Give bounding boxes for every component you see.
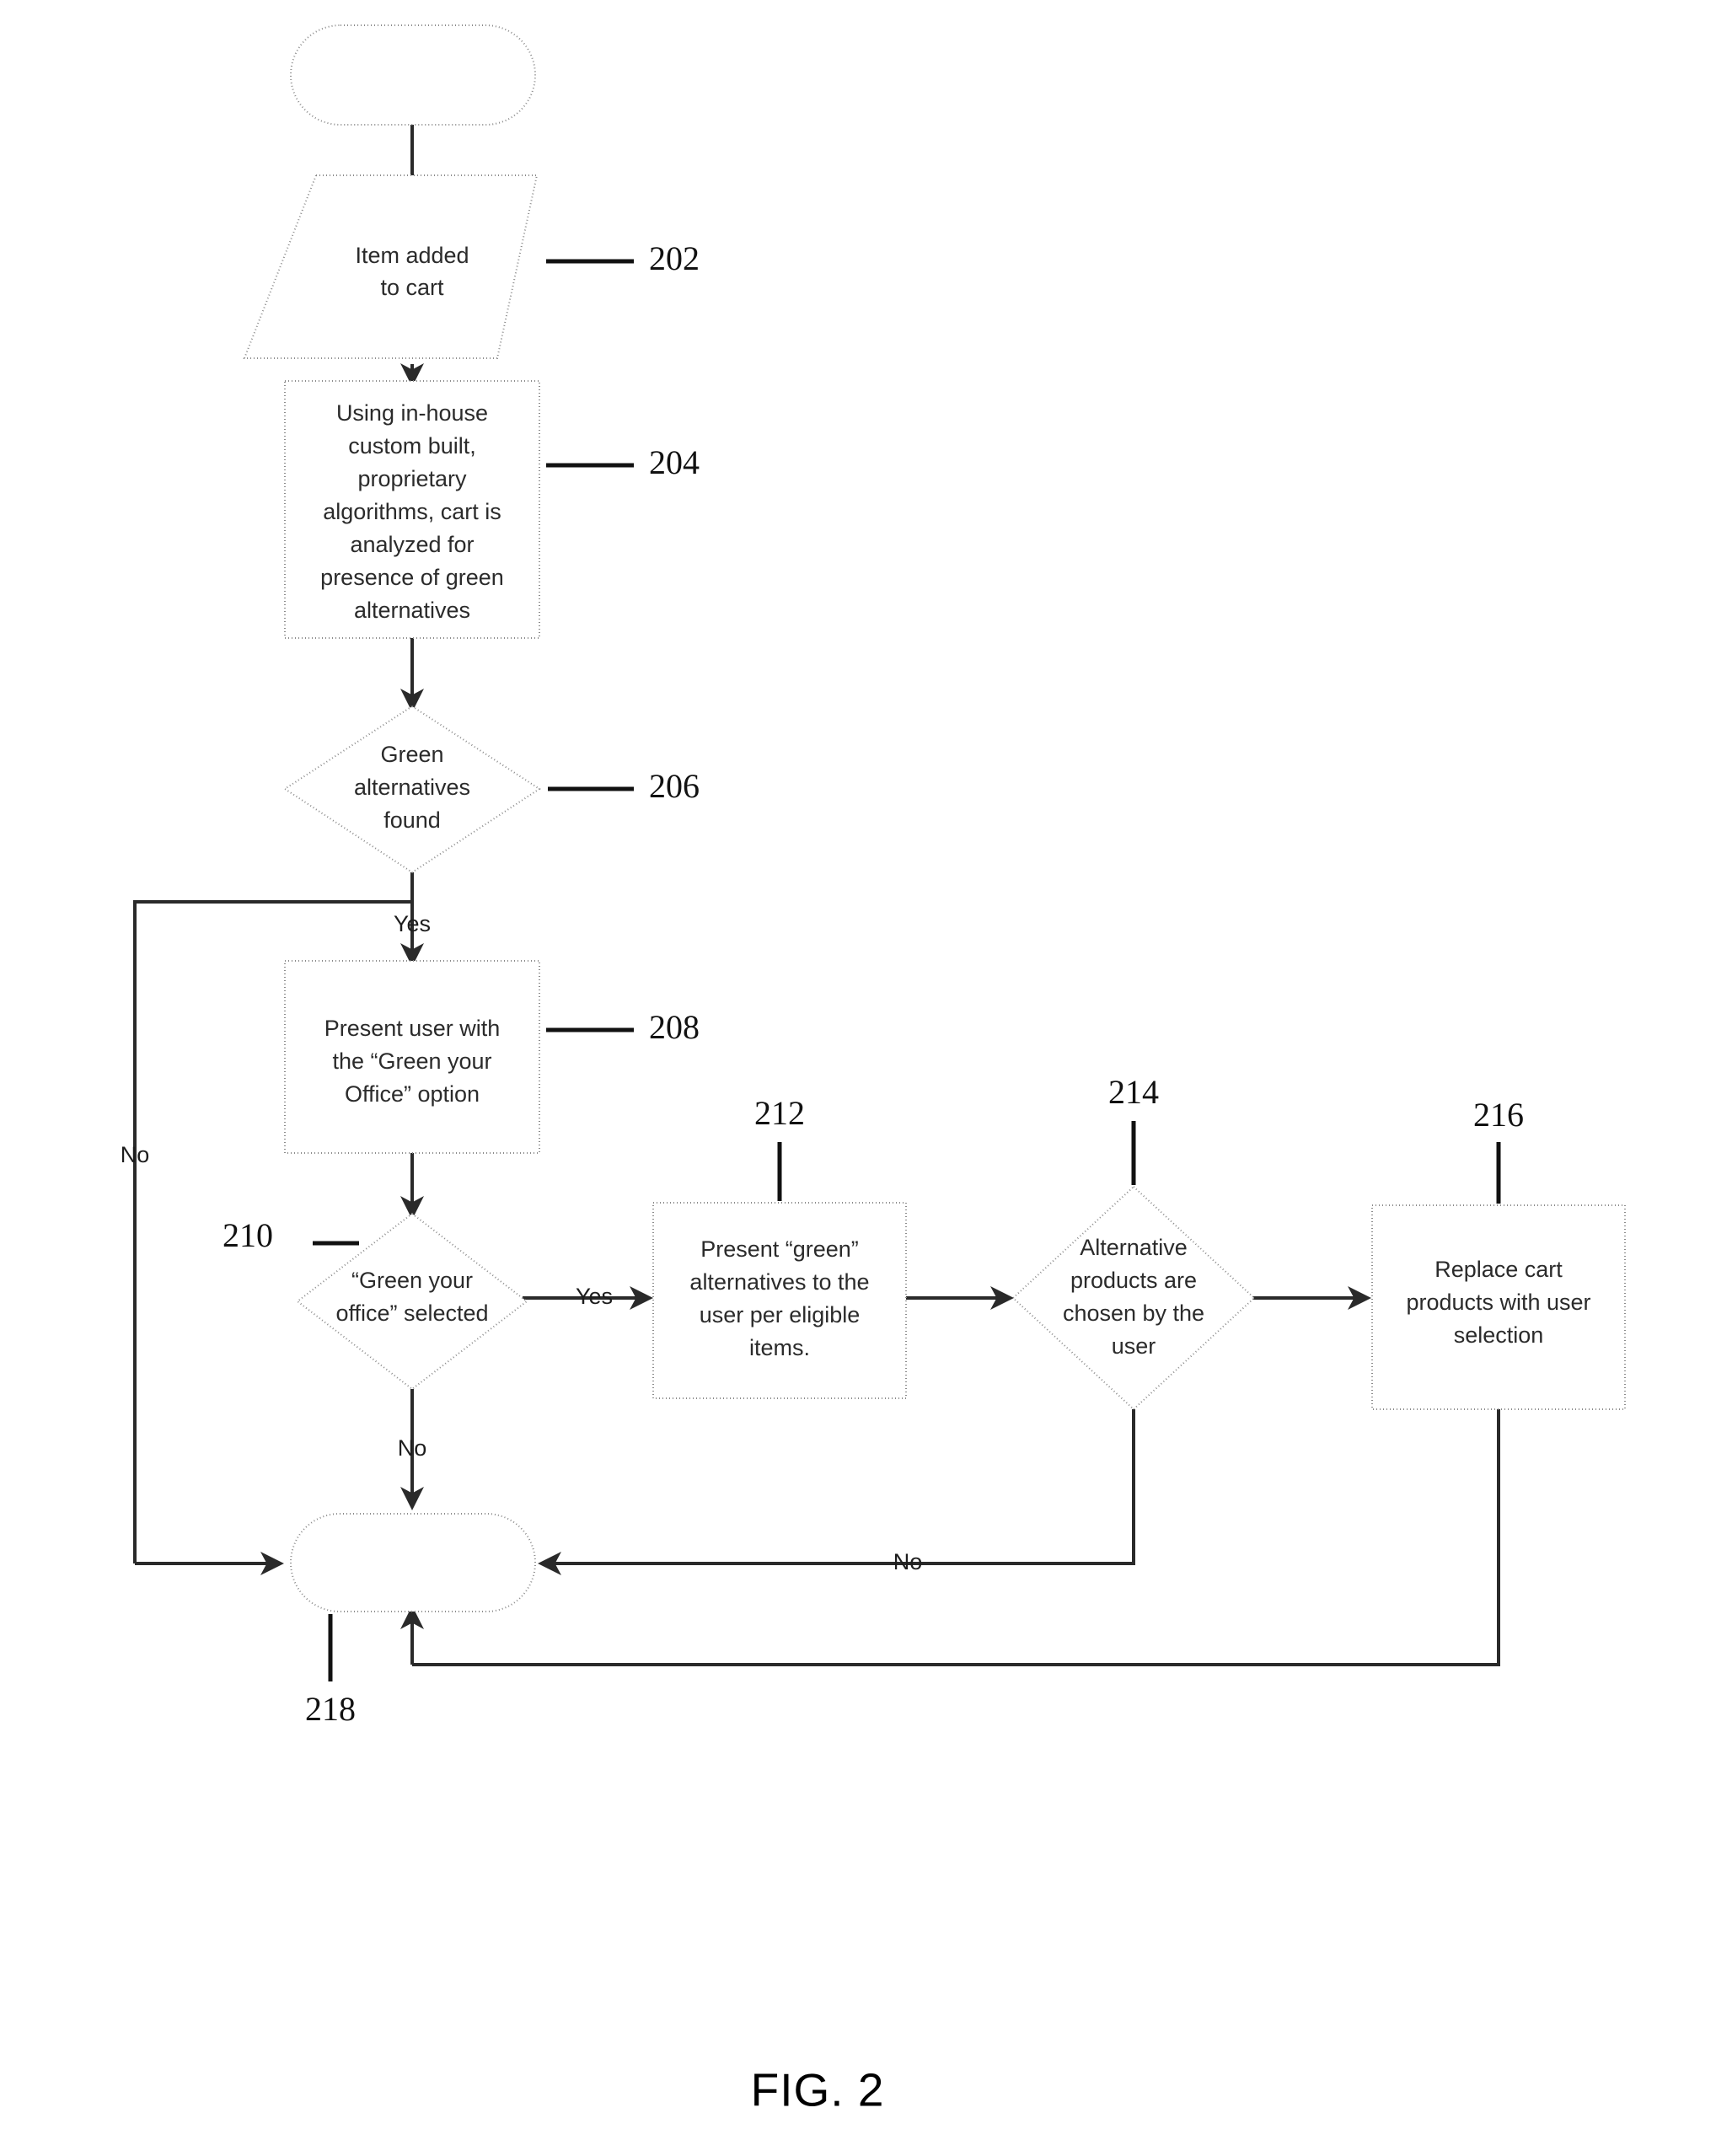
node-208-present-green-your-office[interactable]: Present user with the “Green your Office…	[284, 960, 540, 1154]
node-214-hit[interactable]	[1013, 1187, 1254, 1409]
ref-202-number: 202	[649, 239, 700, 277]
node-206-green-alternatives-found[interactable]: Green alternatives found	[283, 705, 541, 874]
node-208-hit[interactable]	[285, 961, 539, 1153]
node-210-green-your-office-selected[interactable]: “Green your office” selected	[296, 1212, 528, 1391]
edge-label-214-no: No	[893, 1549, 923, 1574]
ref-label-210: 210	[223, 1216, 359, 1254]
ref-label-212: 212	[754, 1094, 805, 1201]
edge-label-206-no: No	[121, 1142, 150, 1167]
ref-218-number: 218	[305, 1690, 356, 1728]
node-216-replace-cart-products[interactable]: Replace cart products with user selectio…	[1371, 1204, 1626, 1410]
ref-208-number: 208	[649, 1008, 700, 1046]
ref-label-208: 208	[546, 1008, 700, 1046]
edge-label-210-no: No	[398, 1435, 427, 1461]
ref-label-204: 204	[546, 443, 700, 481]
figure-caption: FIG. 2	[751, 2064, 885, 2116]
node-206-hit[interactable]	[285, 706, 539, 872]
node-204-analysis-process[interactable]: Using in-house custom built, proprietary…	[284, 380, 540, 639]
edge-label-206-yes: Yes	[394, 911, 431, 936]
connector-214-no-back	[556, 1409, 1135, 1565]
ref-216-number: 216	[1473, 1096, 1524, 1134]
ref-214-number: 214	[1108, 1073, 1159, 1111]
ref-label-216: 216	[1473, 1096, 1524, 1204]
connector-216-to-218-path	[412, 1409, 1500, 1666]
node-214-alternative-products-chosen[interactable]: Alternative products are chosen by the u…	[1011, 1185, 1256, 1411]
ref-210-number: 210	[223, 1216, 273, 1254]
node-216-hit[interactable]	[1372, 1205, 1625, 1409]
start-terminator-hit[interactable]	[291, 25, 535, 125]
node-202-hit[interactable]	[244, 175, 537, 358]
node-218-hit[interactable]	[291, 1514, 535, 1612]
patent-figure-page: Item added to cart 202 Using in-house cu…	[0, 0, 1716, 2156]
ref-label-218: 218	[305, 1614, 356, 1728]
node-start-terminator[interactable]	[290, 24, 536, 126]
ref-204-number: 204	[649, 443, 700, 481]
node-204-hit[interactable]	[285, 381, 539, 638]
node-210-hit[interactable]	[298, 1214, 527, 1389]
flowchart-canvas: Item added to cart 202 Using in-house cu…	[121, 24, 1626, 2116]
ref-label-202: 202	[546, 239, 700, 277]
edge-label-210-yes: Yes	[576, 1284, 613, 1309]
ref-label-206: 206	[548, 767, 700, 805]
node-212-hit[interactable]	[653, 1203, 906, 1398]
node-218-end-terminator[interactable]	[290, 1513, 536, 1612]
ref-206-number: 206	[649, 767, 700, 805]
node-212-present-green-alternatives[interactable]: Present “green” alternatives to the user…	[652, 1202, 907, 1399]
ref-label-214: 214	[1108, 1073, 1159, 1185]
node-202-item-added-to-cart[interactable]: Item added to cart	[243, 174, 539, 359]
ref-212-number: 212	[754, 1094, 805, 1132]
